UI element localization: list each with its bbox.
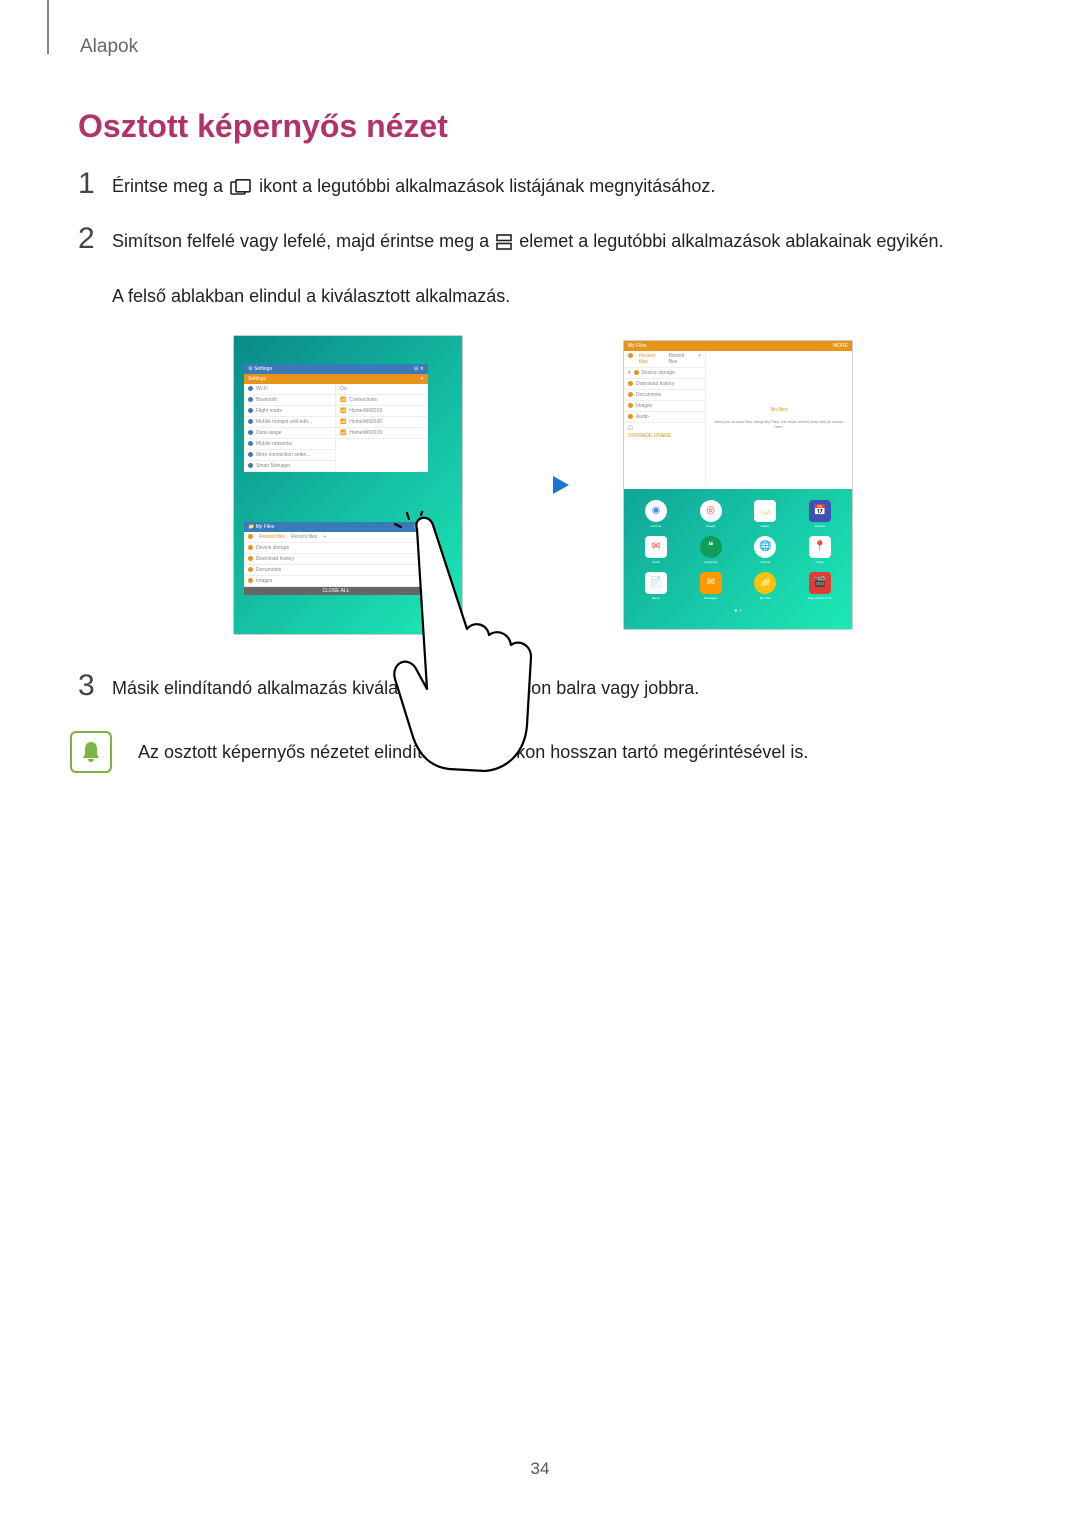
close-icon: ✕ xyxy=(420,376,424,382)
split-close-icons: ⊟ ✕ xyxy=(414,524,424,530)
step-1: 1 Érintse meg a ikont a legutóbbi alkalm… xyxy=(78,173,948,204)
app-header: ⚙ Settings ⊟ ✕ xyxy=(244,364,428,374)
list-item: Download history xyxy=(244,554,428,565)
app-icon-google: ◎Google xyxy=(697,500,725,528)
app-icon-gmail: ✉Gmail xyxy=(642,536,670,564)
page-tab-marker xyxy=(47,0,49,54)
note-bell-icon xyxy=(70,731,112,773)
list-item: Smart Manager xyxy=(244,461,335,472)
list-item: 📶HomeWifi2019 xyxy=(336,406,428,417)
list-item: ▾Device storage xyxy=(624,368,705,379)
app-icon-chrome: ◉Chrome xyxy=(642,500,670,528)
app-icon-myfiles: 📁My Files xyxy=(751,572,779,600)
step-number: 2 xyxy=(78,224,112,254)
list-item: Download history xyxy=(624,379,705,390)
illustration: ⚙ Settings ⊟ ✕ Settings ✕ Wi-Fi Bluetoot… xyxy=(78,335,948,635)
step-text: Másik elindítandó alkalmazás kiválasztás… xyxy=(112,675,699,703)
split-close-icons: ⊟ ✕ xyxy=(414,366,424,372)
page-indicator: ● ○ xyxy=(642,608,834,614)
step-3: 3 Másik elindítandó alkalmazás kiválaszt… xyxy=(78,675,948,703)
empty-title: No files xyxy=(771,407,788,413)
list-item: Audio xyxy=(624,412,705,423)
tablet-right: My Files MORE Recent files Recent files … xyxy=(623,340,853,630)
app-icon-gallery: ◡Gallery xyxy=(751,500,779,528)
list-item: On xyxy=(336,384,428,395)
app-header-title: Settings xyxy=(254,366,272,372)
list-item: Mobile networks xyxy=(244,439,335,450)
tab-row: Recent files Recent files + xyxy=(244,532,428,543)
step-2-subtext: A felső ablakban elindul a kiválasztott … xyxy=(112,283,948,310)
list-item: Wi-Fi xyxy=(244,384,335,395)
app-header-title: My Files xyxy=(628,343,647,349)
recent-apps-icon xyxy=(230,176,252,204)
app-card-settings: ⚙ Settings ⊟ ✕ Settings ✕ Wi-Fi Bluetoot… xyxy=(244,364,428,472)
tablet-left: ⚙ Settings ⊟ ✕ Settings ✕ Wi-Fi Bluetoot… xyxy=(233,335,463,635)
step-2: 2 Simítson felfelé vagy lefelé, majd éri… xyxy=(78,228,948,259)
arrow-right-icon xyxy=(513,470,573,500)
step-1-text-before: Érintse meg a xyxy=(112,176,228,196)
app-header: My Files MORE xyxy=(624,341,852,351)
step-2-text-before: Simítson felfelé vagy lefelé, majd érint… xyxy=(112,231,494,251)
list-item: Device storage xyxy=(244,543,428,554)
note-text-after: ikon hosszan tartó megérintésével is. xyxy=(512,742,808,762)
section-title: Osztott képernyős nézet xyxy=(78,108,948,145)
app-icon-messages: ✉Messages xyxy=(697,572,725,600)
list-item: Documents xyxy=(244,565,428,576)
page-number: 34 xyxy=(531,1459,550,1479)
split-view-icon xyxy=(496,231,512,259)
step-number: 1 xyxy=(78,169,112,199)
list-item: More connection settin... xyxy=(244,450,335,461)
top-app-panel: My Files MORE Recent files Recent files … xyxy=(624,341,852,489)
app-icon-internet: 🌐Internet xyxy=(751,536,779,564)
step-2-text-after: elemet a legutóbbi alkalmazások ablakain… xyxy=(519,231,943,251)
app-grid: ◉Chrome ◎Google ◡Gallery 📅Planner ✉Gmail… xyxy=(624,494,852,619)
label: Settings xyxy=(248,376,266,382)
page-content: Osztott képernyős nézet 1 Érintse meg a … xyxy=(78,108,948,773)
recent-apps-icon xyxy=(483,742,505,769)
note-text-before: Az osztott képernyős nézetet elindíthatj… xyxy=(138,742,481,762)
app-icon-playmovies: 🎬Play Movies & TV xyxy=(806,572,834,600)
list-item: Documents xyxy=(624,390,705,401)
side-panel: Recent files Recent files + ▾Device stor… xyxy=(624,351,706,486)
step-text: Simítson felfelé vagy lefelé, majd érint… xyxy=(112,228,943,259)
storage-label: STORAGE USAGE xyxy=(624,432,705,440)
app-card-myfiles: 📁 My Files ⊟ ✕ Recent files Recent files… xyxy=(244,522,428,595)
list-item: 📶HomeWifi2020 xyxy=(336,417,428,428)
app-icon-planner: 📅Planner xyxy=(806,500,834,528)
list-item: Images xyxy=(244,576,428,587)
note-callout: Az osztott képernyős nézetet elindíthatj… xyxy=(70,731,948,773)
step-text: Érintse meg a ikont a legutóbbi alkalmaz… xyxy=(112,173,715,204)
chapter-label: Alapok xyxy=(80,36,138,58)
app-header: 📁 My Files ⊟ ✕ xyxy=(244,522,428,532)
list-item: 📶HomeWifi2019 xyxy=(336,428,428,439)
list-item: Mobile hotspot and teth... xyxy=(244,417,335,428)
note-text: Az osztott képernyős nézetet elindíthatj… xyxy=(138,731,808,769)
close-all-button: CLOSE ALL xyxy=(244,587,428,595)
list-item: Data usage xyxy=(244,428,335,439)
list-item: Flight mode xyxy=(244,406,335,417)
list-item xyxy=(624,423,705,432)
step-1-text-after: ikont a legutóbbi alkalmazások listájána… xyxy=(259,176,715,196)
app-subheader: Settings ✕ xyxy=(244,374,428,384)
more-label: MORE xyxy=(833,343,848,349)
empty-subtitle: After you access files using My Files, t… xyxy=(706,419,852,429)
app-icon-maps: 📍Maps xyxy=(806,536,834,564)
app-icon-memo: 📄Memo xyxy=(642,572,670,600)
list-item: Bluetooth xyxy=(244,395,335,406)
app-header-title: My Files xyxy=(256,524,275,530)
list-item: 📶Connections xyxy=(336,395,428,406)
empty-state: No files After you access files using My… xyxy=(706,351,852,486)
list-item: Images xyxy=(624,401,705,412)
app-icon-hangouts: ❝Hangouts xyxy=(697,536,725,564)
step-number: 3 xyxy=(78,671,112,701)
